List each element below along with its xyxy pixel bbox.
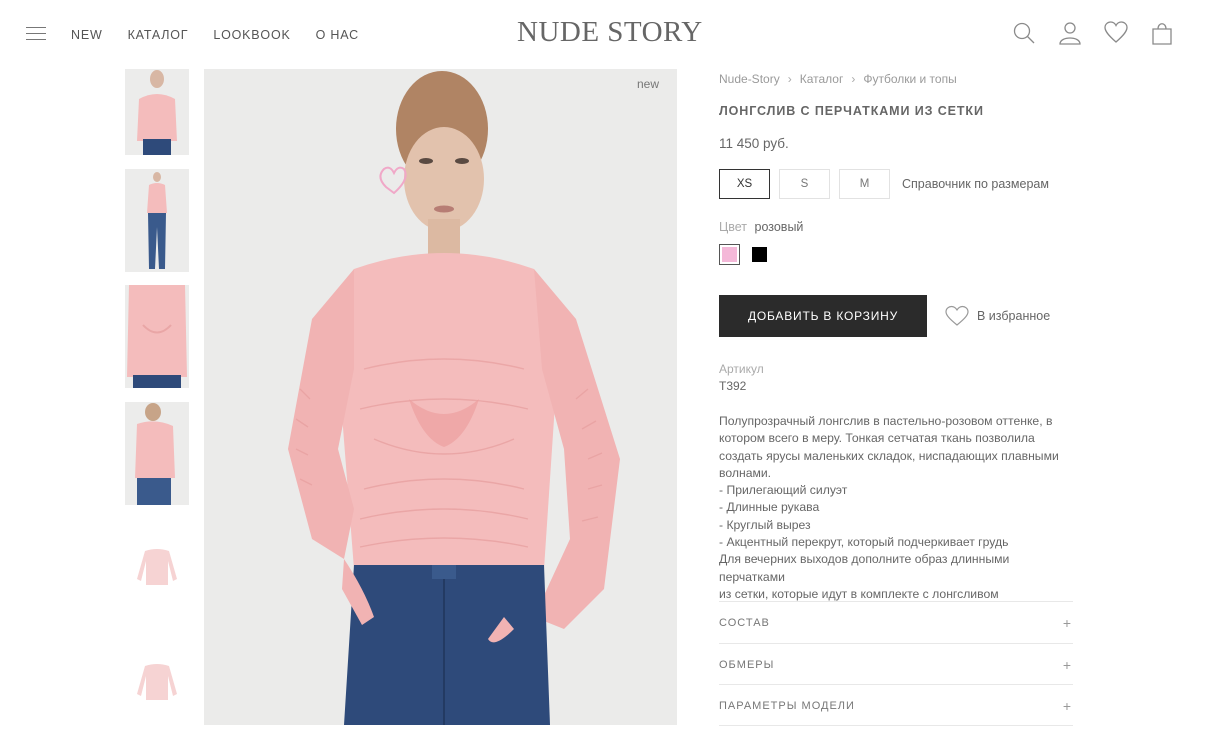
nav-item-about[interactable]: О НАС [316, 28, 359, 42]
color-label-row: Цвет розовый [719, 220, 803, 234]
product-description: Полупрозрачный лонгслив в пастельно-розо… [719, 413, 1075, 603]
main-nav: NEW КАТАЛОГ LOOKBOOK О НАС [71, 28, 359, 42]
size-option-xs[interactable]: XS [719, 169, 770, 199]
product-price: 11 450 руб. [719, 136, 789, 151]
nav-item-lookbook[interactable]: LOOKBOOK [213, 28, 290, 42]
size-option-m[interactable]: M [839, 169, 890, 199]
header-icons [1012, 20, 1174, 46]
size-option-s[interactable]: S [779, 169, 830, 199]
bag-icon[interactable] [1150, 20, 1174, 46]
description-line: создать ярусы маленьких складок, ниспада… [719, 448, 1059, 463]
user-icon[interactable] [1058, 20, 1082, 46]
swatch-black[interactable] [749, 244, 770, 265]
divider [719, 725, 1073, 726]
new-badge: new [636, 77, 659, 91]
description-line: - Прилегающий силуэт [719, 483, 848, 498]
color-label: Цвет [719, 220, 748, 234]
product-main-image[interactable]: new [204, 69, 677, 725]
heart-icon [945, 305, 969, 326]
accordion-title: ОБМЕРЫ [719, 658, 775, 671]
breadcrumb-home[interactable]: Nude-Story [719, 72, 780, 86]
breadcrumb-category[interactable]: Футболки и топы [863, 72, 956, 86]
search-icon[interactable] [1012, 20, 1036, 46]
nav-item-new[interactable]: NEW [71, 28, 103, 42]
add-to-favorites-button[interactable]: В избранное [945, 305, 1050, 327]
sku-label: Артикул [719, 362, 764, 376]
accordion-title: ПАРАМЕТРЫ МОДЕЛИ [719, 699, 855, 712]
description-line: котором всего в меру. Тонкая сетчатая тк… [719, 431, 1035, 446]
description-line: волнами. [719, 465, 772, 480]
size-selector: XS S M Справочник по размерам [719, 169, 1049, 199]
accordion-model-params[interactable]: ПАРАМЕТРЫ МОДЕЛИ + [719, 684, 1073, 726]
breadcrumb-catalog[interactable]: Каталог [800, 72, 844, 86]
sku-value: T392 [719, 379, 747, 393]
description-line: Для вечерних выходов дополните образ дли… [719, 552, 1010, 584]
thumbnail-4[interactable] [125, 402, 189, 505]
plus-icon: + [1062, 614, 1071, 631]
thumbnail-6[interactable] [125, 636, 189, 736]
site-header: NEW КАТАЛОГ LOOKBOOK О НАС NUDE STORY [0, 0, 1212, 68]
color-value: розовый [754, 220, 804, 234]
description-line: - Длинные рукава [719, 500, 820, 515]
breadcrumb: Nude-Story › Каталог › Футболки и топы [719, 72, 957, 86]
description-line: - Круглый вырез [719, 517, 811, 532]
logo[interactable]: NUDE STORY [517, 16, 703, 49]
description-line: - Акцентный перекрут, который подчеркива… [719, 535, 1009, 550]
heart-icon[interactable] [1104, 20, 1128, 46]
nav-item-catalog[interactable]: КАТАЛОГ [128, 28, 189, 42]
accordion-title: СОСТАВ [719, 616, 770, 629]
thumbnail-2[interactable] [125, 169, 189, 272]
thumbnail-1[interactable] [125, 69, 189, 155]
plus-icon: + [1062, 656, 1071, 673]
accordion-composition[interactable]: СОСТАВ + [719, 601, 1073, 643]
accordion-measurements[interactable]: ОБМЕРЫ + [719, 643, 1073, 685]
plus-icon: + [1062, 697, 1071, 714]
add-to-cart-button[interactable]: ДОБАВИТЬ В КОРЗИНУ [719, 295, 927, 337]
chevron-right-icon: › [787, 72, 792, 86]
thumbnail-3[interactable] [125, 285, 189, 388]
menu-icon[interactable] [26, 26, 46, 42]
favorites-label: В избранное [977, 309, 1051, 323]
color-swatches [719, 244, 770, 265]
swatch-pink[interactable] [719, 244, 740, 265]
thumbnail-5[interactable] [125, 519, 189, 622]
model-photo [204, 69, 677, 725]
product-title: ЛОНГСЛИВ С ПЕРЧАТКАМИ ИЗ СЕТКИ [719, 104, 984, 118]
size-guide-link[interactable]: Справочник по размерам [902, 177, 1049, 191]
chevron-right-icon: › [851, 72, 856, 86]
description-line: Полупрозрачный лонгслив в пастельно-розо… [719, 414, 1053, 428]
